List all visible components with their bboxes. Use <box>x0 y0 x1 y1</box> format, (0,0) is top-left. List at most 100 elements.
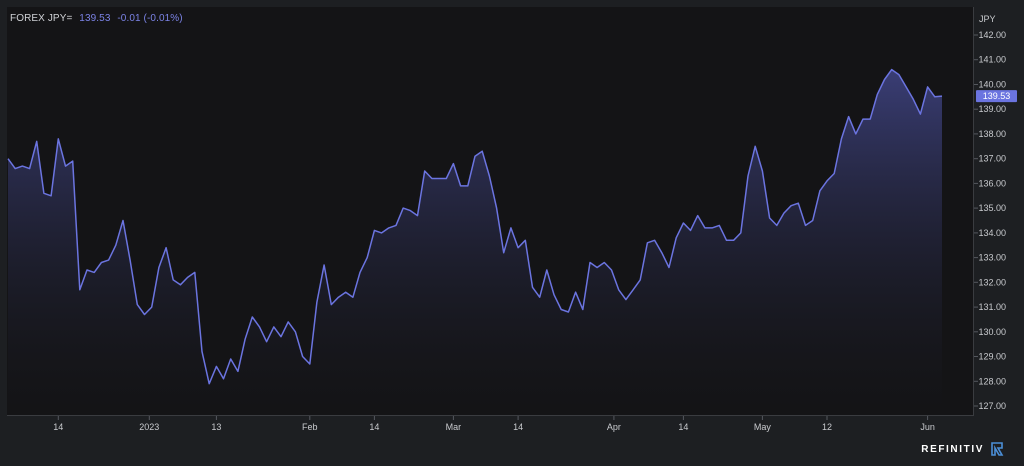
data-point[interactable] <box>531 286 534 289</box>
data-point[interactable] <box>236 370 239 373</box>
data-point[interactable] <box>373 229 376 232</box>
data-point[interactable] <box>768 217 771 220</box>
data-point[interactable] <box>481 150 484 153</box>
data-point[interactable] <box>150 306 153 309</box>
data-point[interactable] <box>201 350 204 353</box>
data-point[interactable] <box>222 377 225 380</box>
data-point[interactable] <box>639 278 642 281</box>
data-point[interactable] <box>28 167 31 170</box>
data-point[interactable] <box>114 244 117 247</box>
data-point[interactable] <box>366 256 369 259</box>
data-point[interactable] <box>78 288 81 291</box>
data-point[interactable] <box>57 137 60 140</box>
data-point[interactable] <box>64 165 67 168</box>
data-point[interactable] <box>581 308 584 311</box>
data-point[interactable] <box>86 269 89 272</box>
data-point[interactable] <box>495 207 498 210</box>
instrument-symbol[interactable]: FOREX JPY= <box>10 13 72 24</box>
data-point[interactable] <box>143 313 146 316</box>
data-point[interactable] <box>251 316 254 319</box>
data-point[interactable] <box>876 93 879 96</box>
data-point[interactable] <box>430 177 433 180</box>
data-point[interactable] <box>840 137 843 140</box>
data-point[interactable] <box>675 236 678 239</box>
data-point[interactable] <box>35 140 38 143</box>
data-point[interactable] <box>754 145 757 148</box>
data-point[interactable] <box>790 204 793 207</box>
data-point[interactable] <box>725 239 728 242</box>
data-point[interactable] <box>761 170 764 173</box>
data-point[interactable] <box>826 179 829 182</box>
data-point[interactable] <box>847 115 850 118</box>
data-point[interactable] <box>897 73 900 76</box>
data-point[interactable] <box>711 226 714 229</box>
data-point[interactable] <box>538 296 541 299</box>
data-point[interactable] <box>560 308 563 311</box>
data-point[interactable] <box>272 325 275 328</box>
data-point[interactable] <box>502 251 505 254</box>
data-point[interactable] <box>351 296 354 299</box>
data-point[interactable] <box>696 214 699 217</box>
data-point[interactable] <box>732 239 735 242</box>
data-point[interactable] <box>869 118 872 121</box>
data-point[interactable] <box>229 358 232 361</box>
data-point[interactable] <box>330 303 333 306</box>
data-point[interactable] <box>617 288 620 291</box>
data-point[interactable] <box>574 291 577 294</box>
data-point[interactable] <box>610 269 613 272</box>
data-point[interactable] <box>395 224 398 227</box>
data-point[interactable] <box>862 118 865 121</box>
data-point[interactable] <box>14 167 17 170</box>
data-point[interactable] <box>308 363 311 366</box>
data-point[interactable] <box>416 214 419 217</box>
data-point[interactable] <box>50 194 53 197</box>
data-point[interactable] <box>912 98 915 101</box>
data-point[interactable] <box>517 246 520 249</box>
data-point[interactable] <box>509 226 512 229</box>
data-point[interactable] <box>905 85 908 88</box>
data-point[interactable] <box>919 113 922 116</box>
data-point[interactable] <box>337 296 340 299</box>
data-point[interactable] <box>21 165 24 168</box>
data-point[interactable] <box>782 212 785 215</box>
data-point[interactable] <box>172 278 175 281</box>
data-point[interactable] <box>7 157 10 160</box>
data-point[interactable] <box>380 231 383 234</box>
data-point[interactable] <box>323 264 326 267</box>
data-point[interactable] <box>423 170 426 173</box>
data-point[interactable] <box>567 311 570 314</box>
data-point[interactable] <box>596 266 599 269</box>
data-point[interactable] <box>689 229 692 232</box>
data-point[interactable] <box>208 382 211 385</box>
data-point[interactable] <box>553 293 556 296</box>
data-point[interactable] <box>682 222 685 225</box>
data-point[interactable] <box>933 95 936 98</box>
data-point[interactable] <box>589 261 592 264</box>
data-point[interactable] <box>387 226 390 229</box>
data-point[interactable] <box>474 155 477 158</box>
data-point[interactable] <box>811 219 814 222</box>
data-point[interactable] <box>157 266 160 269</box>
data-point[interactable] <box>890 68 893 71</box>
data-point[interactable] <box>186 276 189 279</box>
data-point[interactable] <box>265 340 268 343</box>
data-point[interactable] <box>179 283 182 286</box>
data-point[interactable] <box>545 269 548 272</box>
data-point[interactable] <box>804 224 807 227</box>
data-point[interactable] <box>409 209 412 212</box>
data-point[interactable] <box>941 95 944 98</box>
data-point[interactable] <box>466 184 469 187</box>
data-point[interactable] <box>301 355 304 358</box>
data-point[interactable] <box>603 261 606 264</box>
data-point[interactable] <box>624 298 627 301</box>
data-point[interactable] <box>215 365 218 368</box>
data-point[interactable] <box>294 330 297 333</box>
data-point[interactable] <box>193 271 196 274</box>
data-point[interactable] <box>452 162 455 165</box>
data-point[interactable] <box>402 207 405 210</box>
data-point[interactable] <box>747 175 750 178</box>
data-point[interactable] <box>646 241 649 244</box>
data-point[interactable] <box>926 85 929 88</box>
data-point[interactable] <box>775 224 778 227</box>
data-point[interactable] <box>632 288 635 291</box>
